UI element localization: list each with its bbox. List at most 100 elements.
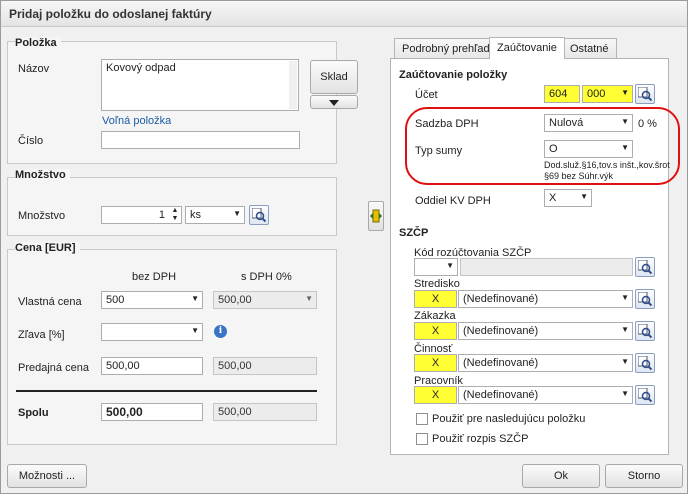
- chevron-down-icon: [329, 100, 339, 106]
- chevron-down-icon: ▼: [233, 209, 241, 218]
- nazov-value: Kovový odpad: [106, 62, 176, 74]
- cinnost-code-input[interactable]: X: [414, 354, 457, 372]
- search-icon: [638, 388, 652, 402]
- szcp-header: SZČP: [399, 227, 429, 239]
- predajna-cena-input[interactable]: 500,00: [101, 357, 203, 375]
- pracovnik-select[interactable]: (Nedefinované) ▼: [458, 386, 633, 404]
- moznosti-button-label: Možnosti ...: [18, 470, 76, 482]
- cinnost-value: (Nedefinované): [463, 357, 539, 369]
- oddiel-kv-select[interactable]: X ▼: [544, 189, 592, 207]
- sklad-dropdown-button[interactable]: [310, 95, 358, 109]
- chevron-down-icon: ▼: [621, 117, 629, 126]
- chevron-down-icon: ▼: [191, 326, 199, 335]
- col-bez-dph: bez DPH: [132, 271, 177, 283]
- spolu-bez-dph: 500,00: [101, 403, 203, 421]
- nazov-label: Názov: [18, 63, 50, 75]
- ucet-synteticky-input[interactable]: 604: [544, 85, 580, 103]
- search-icon: [638, 260, 652, 274]
- oddiel-kv-label: Oddiel KV DPH: [415, 195, 491, 207]
- nazov-scrollbar[interactable]: [289, 61, 297, 109]
- mnozstvo-spinner[interactable]: ▲ ▼: [169, 207, 181, 223]
- chevron-down-icon: ▼: [580, 192, 588, 201]
- ucet-analyticky-value: 000: [587, 88, 606, 100]
- zakazka-code-input[interactable]: X: [414, 322, 457, 340]
- zauctovanie-header: Zaúčtovanie položky: [399, 69, 508, 81]
- stredisko-value: (Nedefinované): [463, 293, 539, 305]
- ok-button-label: Ok: [553, 470, 569, 482]
- zakazka-label: Zákazka: [414, 310, 456, 322]
- cinnost-lookup-button[interactable]: [635, 353, 655, 373]
- predajna-cena-s-dph: 500,00: [213, 357, 317, 375]
- stredisko-label: Stredisko: [414, 278, 460, 290]
- sadzba-dph-value: Nulová: [549, 117, 584, 129]
- vlastna-cena-s-dph: 500,00 ▼: [213, 291, 317, 309]
- tab-podrobny-prehlad[interactable]: Podrobný prehľad: [394, 38, 498, 59]
- tab-label: Podrobný prehľad: [402, 43, 490, 55]
- chevron-down-icon: ▼: [621, 88, 629, 97]
- chevron-down-icon: ▼: [621, 389, 629, 398]
- typ-sumy-value: O: [549, 143, 558, 155]
- spolu-s-dph: 500,00: [213, 403, 317, 421]
- search-icon: [638, 292, 652, 306]
- typ-sumy-select[interactable]: O ▼: [544, 140, 633, 158]
- pracovnik-value: (Nedefinované): [463, 389, 539, 401]
- unit-select[interactable]: ks ▼: [185, 206, 245, 224]
- typ-sumy-desc-1: Dod.služ.§16,tov.s inšt.,kov.šrot: [544, 160, 670, 170]
- stredisko-code-input[interactable]: X: [414, 290, 457, 308]
- kod-rozuctovania-select[interactable]: ▼: [414, 258, 458, 276]
- typ-sumy-label: Typ sumy: [415, 145, 463, 157]
- tab-ostatne[interactable]: Ostatné: [562, 38, 617, 59]
- chevron-down-icon: ▼: [621, 143, 629, 152]
- vlastna-cena-label: Vlastná cena: [18, 296, 82, 308]
- chevron-down-icon: ▼: [446, 261, 454, 270]
- mnozstvo-header: Množstvo: [15, 169, 70, 181]
- stredisko-select[interactable]: (Nedefinované) ▼: [458, 290, 633, 308]
- chevron-down-icon: ▼: [621, 325, 629, 334]
- panel-splitter-button[interactable]: [368, 201, 384, 231]
- volna-polozka-link[interactable]: Voľná položka: [102, 115, 171, 127]
- search-icon: [638, 87, 652, 101]
- chevron-down-icon: ▼: [621, 293, 629, 302]
- pracovnik-lookup-button[interactable]: [635, 385, 655, 405]
- mnozstvo-label: Množstvo: [18, 210, 66, 222]
- sklad-button-label: Sklad: [320, 71, 348, 83]
- sadzba-dph-label: Sadzba DPH: [415, 118, 479, 130]
- use-rozpis-checkbox[interactable]: [416, 433, 428, 445]
- use-rozpis-label: Použiť rozpis SZČP: [432, 433, 529, 445]
- spolu-label: Spolu: [18, 407, 49, 419]
- search-icon: [638, 356, 652, 370]
- zlava-select[interactable]: ▼: [101, 323, 203, 341]
- polozka-header: Položka: [15, 37, 61, 49]
- sklad-button[interactable]: Sklad: [310, 60, 358, 94]
- moznosti-button[interactable]: Možnosti ...: [7, 464, 87, 488]
- use-for-next-checkbox[interactable]: [416, 413, 428, 425]
- cena-header: Cena [EUR]: [15, 242, 80, 254]
- vlastna-cena-value: 500: [106, 294, 125, 306]
- tab-zauctovanie[interactable]: Zaúčtovanie: [489, 37, 565, 59]
- kod-lookup-button[interactable]: [635, 257, 655, 277]
- window-title: Pridaj položku do odoslanej faktúry: [9, 7, 212, 21]
- storno-button[interactable]: Storno: [605, 464, 683, 488]
- cislo-label: Číslo: [18, 135, 44, 147]
- info-icon[interactable]: i: [214, 325, 227, 338]
- nazov-textarea[interactable]: Kovový odpad: [101, 59, 299, 111]
- zakazka-lookup-button[interactable]: [635, 321, 655, 341]
- ucet-analyticky-select[interactable]: 000 ▼: [582, 85, 633, 103]
- oddiel-kv-value: X: [549, 192, 557, 204]
- cinnost-select[interactable]: (Nedefinované) ▼: [458, 354, 633, 372]
- sadzba-dph-select[interactable]: Nulová ▼: [544, 114, 633, 132]
- unit-lookup-button[interactable]: [249, 205, 269, 225]
- chevron-down-icon: ▼: [621, 357, 629, 366]
- cislo-input[interactable]: [101, 131, 300, 149]
- ucet-label: Účet: [415, 89, 438, 101]
- typ-sumy-desc-2: §69 bez Súhr.výk: [544, 171, 614, 181]
- dialog-window: Pridaj položku do odoslanej faktúry Polo…: [0, 0, 688, 494]
- ucet-lookup-button[interactable]: [635, 84, 655, 104]
- ok-button[interactable]: Ok: [522, 464, 600, 488]
- pracovnik-code-input[interactable]: X: [414, 386, 457, 404]
- zakazka-select[interactable]: (Nedefinované) ▼: [458, 322, 633, 340]
- stredisko-lookup-button[interactable]: [635, 289, 655, 309]
- vlastna-cena-select[interactable]: 500 ▼: [101, 291, 203, 309]
- zakazka-value: (Nedefinované): [463, 325, 539, 337]
- predajna-cena-label: Predajná cena: [18, 362, 89, 374]
